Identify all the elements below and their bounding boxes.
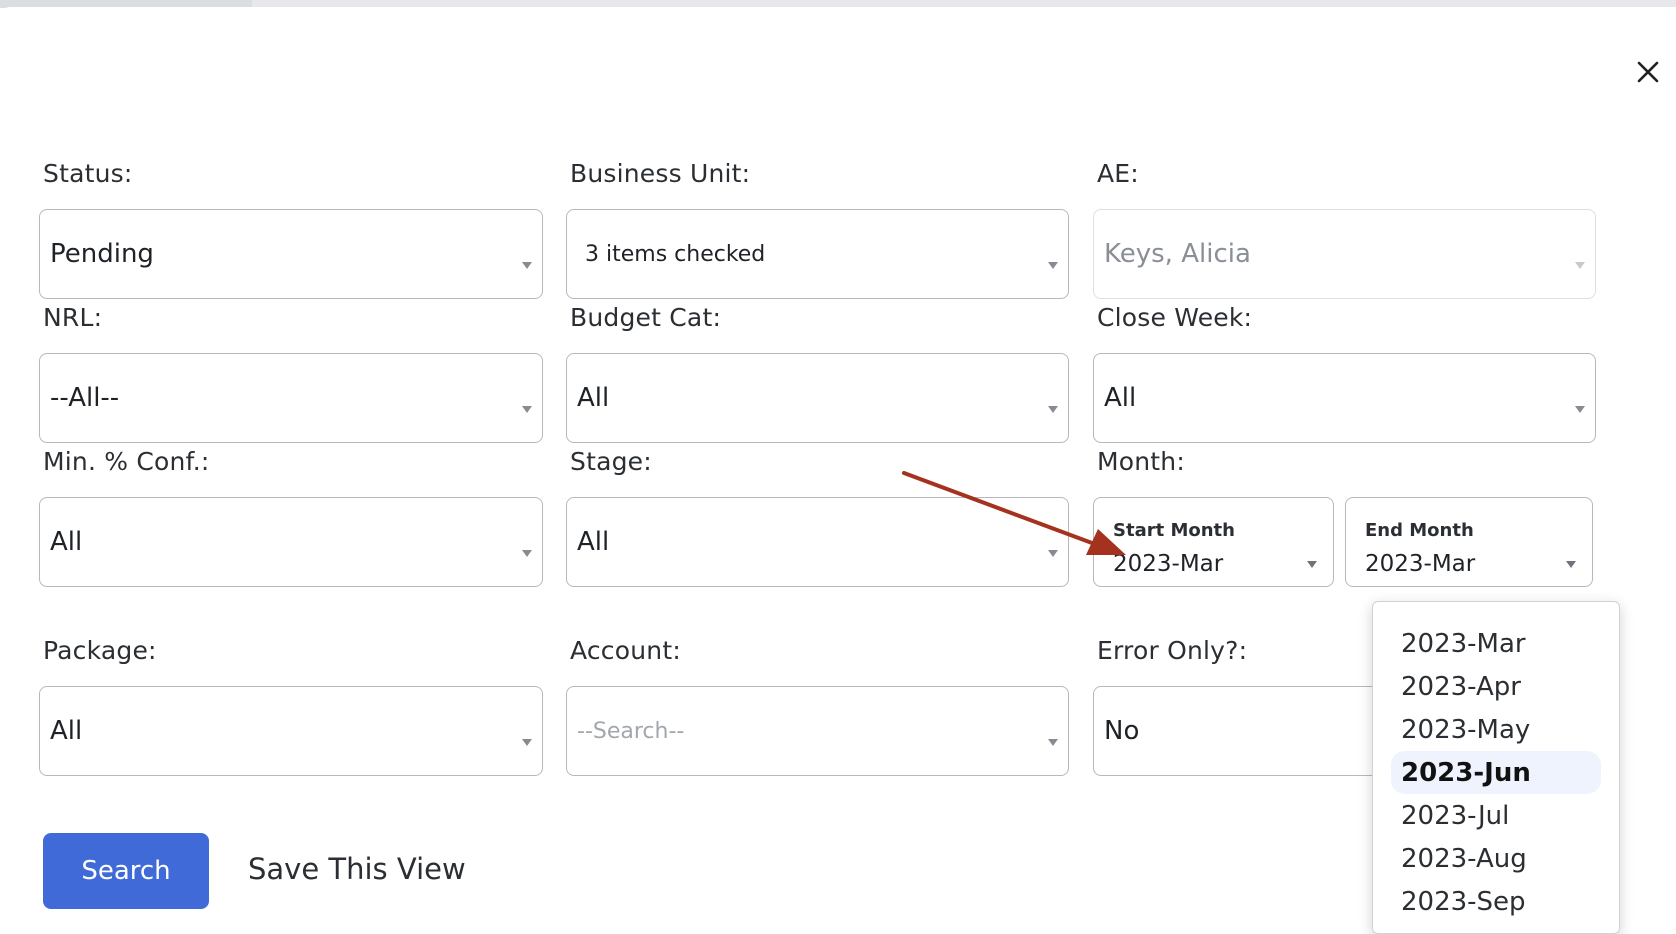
save-view-link[interactable]: Save This View [248,852,466,886]
min-conf-label: Min. % Conf.: [43,447,210,476]
package-select[interactable]: All [39,686,543,776]
chevron-down-icon [522,739,532,746]
chevron-down-icon [1048,406,1058,413]
min-conf-select[interactable]: All [39,497,543,587]
account-label: Account: [570,636,681,665]
end-month-select[interactable]: End Month 2023-Mar [1345,497,1593,587]
ae-label: AE: [1097,159,1139,188]
chevron-down-icon [1307,561,1317,568]
ae-select: Keys, Alicia [1093,209,1596,299]
month-option[interactable]: 2023-Jun [1391,751,1601,794]
close-button[interactable] [1626,50,1670,94]
status-value: Pending [50,239,154,269]
business-unit-label: Business Unit: [570,159,751,188]
package-value: All [50,716,83,746]
ae-value: Keys, Alicia [1104,239,1251,269]
close-week-select[interactable]: All [1093,353,1596,443]
budget-cat-value: All [577,383,610,413]
close-icon [1637,61,1659,83]
account-search-select[interactable]: --Search-- [566,686,1069,776]
business-unit-select[interactable]: 3 items checked [566,209,1069,299]
budget-cat-label: Budget Cat: [570,303,722,332]
nrl-value: --All-- [50,383,120,413]
status-select[interactable]: Pending [39,209,543,299]
start-month-label: Start Month [1113,520,1235,541]
annotation-arrow-icon [902,471,1126,555]
status-label: Status: [43,159,133,188]
stage-label: Stage: [570,447,652,476]
search-button[interactable]: Search [43,833,209,909]
end-month-value: 2023-Mar [1365,551,1476,577]
month-dropdown-list[interactable]: 2023-Mar 2023-Apr 2023-May 2023-Jun 2023-Jul… [1372,601,1620,934]
budget-cat-select[interactable]: All [566,353,1069,443]
package-label: Package: [43,636,157,665]
chevron-down-icon [522,406,532,413]
chevron-down-icon [1048,262,1058,269]
month-option[interactable]: 2023-Aug [1391,837,1601,880]
stage-value: All [577,527,610,557]
close-week-value: All [1104,383,1137,413]
chevron-down-icon [1048,739,1058,746]
chevron-down-icon [1575,406,1585,413]
business-unit-value: 3 items checked [585,241,766,267]
chevron-down-icon [1566,561,1576,568]
end-month-label: End Month [1365,520,1474,541]
error-only-value: No [1104,716,1140,746]
nrl-label: NRL: [43,303,103,332]
month-option[interactable]: 2023-Oct [1391,923,1601,934]
close-week-label: Close Week: [1097,303,1253,332]
min-conf-value: All [50,527,83,557]
month-option[interactable]: 2023-Mar [1391,622,1601,665]
month-option[interactable]: 2023-Sep [1391,880,1601,923]
account-placeholder: --Search-- [577,718,685,744]
month-option[interactable]: 2023-Jul [1391,794,1601,837]
month-option[interactable]: 2023-May [1391,708,1601,751]
chevron-down-icon [522,550,532,557]
chevron-down-icon [522,262,532,269]
nrl-select[interactable]: --All-- [39,353,543,443]
chevron-down-icon [1575,262,1585,269]
month-option[interactable]: 2023-Apr [1391,665,1601,708]
start-month-value: 2023-Mar [1113,551,1224,577]
error-only-label: Error Only?: [1097,636,1248,665]
